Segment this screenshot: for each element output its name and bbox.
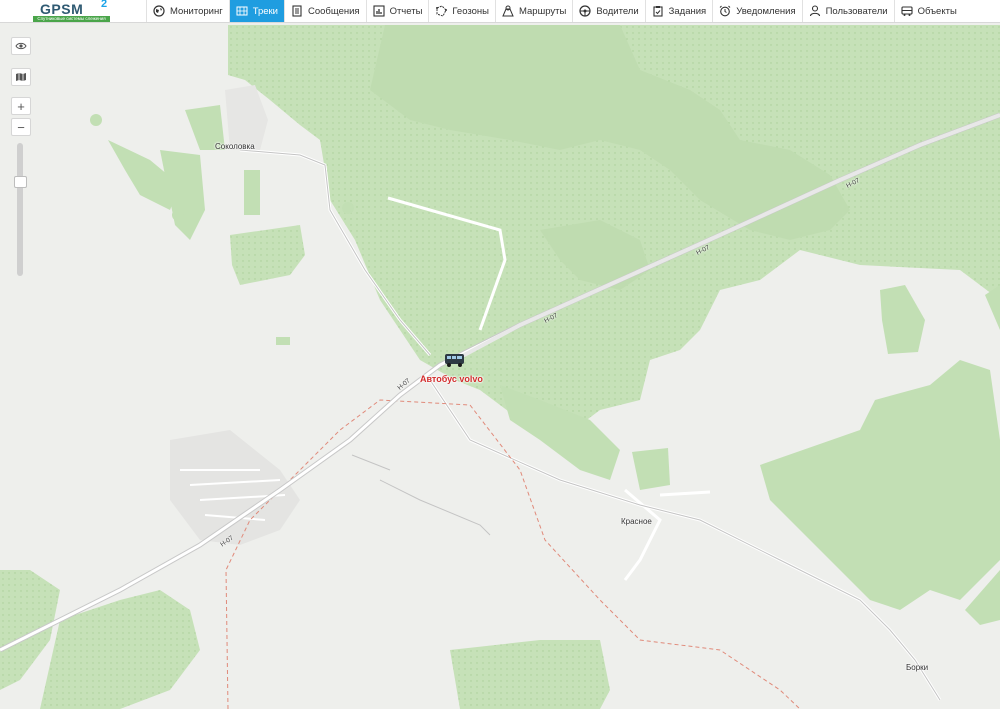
- vehicle-label[interactable]: Автобус volvo: [420, 374, 483, 384]
- map-layers-button[interactable]: [11, 68, 31, 86]
- nav-item-label: Треки: [252, 5, 278, 17]
- main-nav: Мониторинг Треки Сообщения Отчеты Геозон…: [146, 0, 963, 22]
- nav-item-label: Объекты: [917, 5, 957, 17]
- bus-icon: [901, 6, 913, 16]
- route-icon: [502, 5, 514, 17]
- zoom-out-button[interactable]: −: [11, 118, 31, 136]
- map[interactable]: Н-07 Н-07 Н-07 Н-07 Н-07 Соколовка Красн…: [0, 23, 1000, 709]
- nav-item-label: Геозоны: [452, 5, 489, 17]
- nav-item-label: Уведомления: [736, 5, 796, 17]
- nav-item-notifications[interactable]: Уведомления: [712, 0, 801, 22]
- logo-superscript: 2: [101, 0, 108, 10]
- nav-item-geozones[interactable]: Геозоны: [428, 0, 495, 22]
- alarm-clock-icon: [719, 5, 731, 17]
- nav-item-messages[interactable]: Сообщения: [284, 0, 366, 22]
- nav-item-label: Мониторинг: [170, 5, 223, 17]
- logo[interactable]: GPSM 2 Спутниковые системы слежения: [33, 0, 113, 22]
- logo-text: GPSM: [40, 1, 84, 17]
- clipboard-icon: [653, 6, 663, 17]
- nav-item-monitoring[interactable]: Мониторинг: [146, 0, 229, 22]
- chart-icon: [373, 5, 385, 17]
- globe-icon: [153, 5, 165, 17]
- track-icon: [236, 6, 248, 16]
- nav-item-label: Пользователи: [825, 5, 888, 17]
- nav-item-label: Отчеты: [389, 5, 423, 17]
- user-icon: [809, 5, 820, 17]
- messages-icon: [292, 5, 302, 17]
- nav-item-tracks[interactable]: Треки: [228, 0, 284, 22]
- zoom-slider-handle[interactable]: [14, 176, 27, 188]
- eye-icon: [15, 42, 27, 50]
- nav-item-tasks[interactable]: Задания: [644, 0, 713, 22]
- geozone-icon: [436, 5, 448, 17]
- place-label-krasnoe: Красное: [621, 517, 652, 526]
- nav-item-label: Сообщения: [308, 5, 360, 17]
- map-canvas: [0, 23, 1000, 709]
- place-label-sokolovka: Соколовка: [215, 142, 255, 151]
- visibility-toggle-button[interactable]: [11, 37, 31, 55]
- nav-item-objects[interactable]: Объекты: [893, 0, 963, 22]
- top-bar: GPSM 2 Спутниковые системы слежения Мони…: [0, 0, 1000, 23]
- place-label-borki: Борки: [906, 663, 929, 672]
- nav-item-drivers[interactable]: Водители: [572, 0, 644, 22]
- map-icon: [16, 73, 26, 81]
- nav-item-reports[interactable]: Отчеты: [365, 0, 429, 22]
- zoom-slider-track[interactable]: [17, 143, 23, 276]
- bus-icon[interactable]: [443, 352, 467, 368]
- nav-item-routes[interactable]: Маршруты: [494, 0, 572, 22]
- nav-item-label: Маршруты: [518, 5, 567, 17]
- logo-tagline: Спутниковые системы слежения: [33, 16, 110, 22]
- zoom-in-button[interactable]: +: [11, 97, 31, 115]
- steering-wheel-icon: [579, 5, 591, 17]
- nav-item-label: Задания: [668, 5, 707, 17]
- nav-item-label: Водители: [596, 5, 639, 17]
- nav-item-users[interactable]: Пользователи: [801, 0, 894, 22]
